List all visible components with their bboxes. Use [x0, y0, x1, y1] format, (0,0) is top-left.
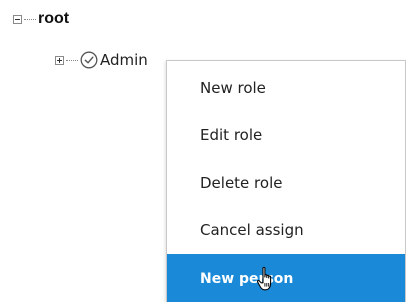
menu-item-delete-role[interactable]: Delete role — [167, 158, 405, 208]
tree-node-admin[interactable]: Admin — [55, 48, 148, 72]
menu-item-new-person[interactable]: New person — [167, 254, 405, 302]
tree-connector — [24, 18, 36, 20]
hand-pointer-icon — [256, 266, 272, 291]
menu-item-edit-role[interactable]: Edit role — [167, 110, 405, 160]
context-menu: New role Edit role Delete role Cancel as… — [166, 60, 406, 302]
expand-icon[interactable] — [55, 55, 64, 65]
screen: root Admin New role Edit role Delete rol… — [0, 0, 406, 302]
collapse-icon[interactable] — [13, 14, 22, 24]
menu-item-new-role[interactable]: New role — [167, 63, 405, 113]
tree-node-label[interactable]: root — [38, 10, 69, 28]
tree-node-root[interactable]: root — [13, 8, 69, 30]
tree-node-label[interactable]: Admin — [100, 51, 148, 69]
tree-connector — [66, 59, 78, 61]
check-circle-icon — [80, 51, 98, 69]
menu-item-cancel-assign[interactable]: Cancel assign — [167, 205, 405, 255]
